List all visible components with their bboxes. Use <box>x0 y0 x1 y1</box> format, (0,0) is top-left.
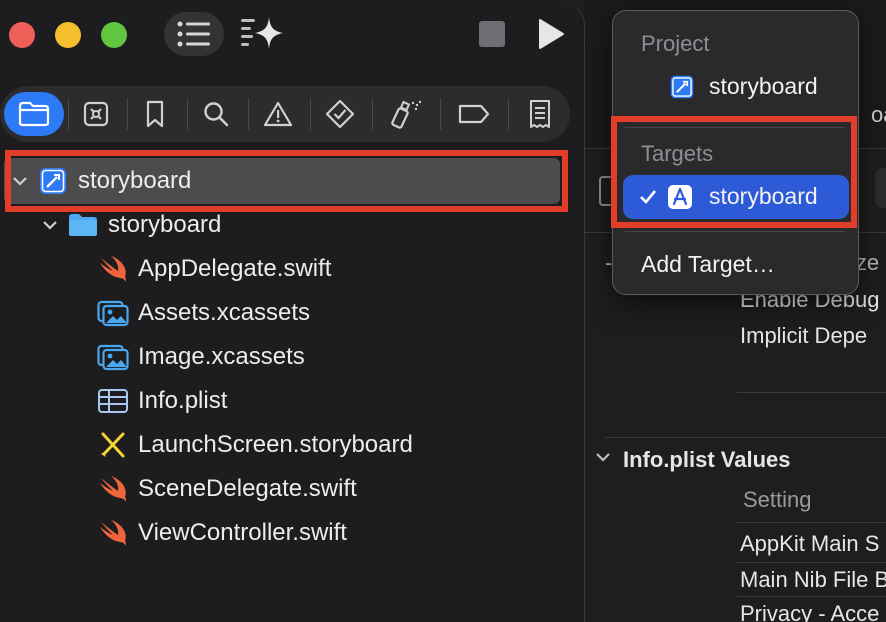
file-name: Info.plist <box>138 387 228 414</box>
storyboard-icon <box>96 428 130 462</box>
tree-row-file[interactable]: Assets.xcassets <box>96 291 310 335</box>
divider <box>605 437 886 438</box>
asset-catalog-icon <box>96 340 130 374</box>
tree-row-file[interactable]: ViewController.swift <box>96 511 347 555</box>
highlight-box-project-row <box>5 150 568 212</box>
plist-row[interactable]: AppKit Main S <box>740 531 879 557</box>
tab-debug[interactable] <box>378 92 434 136</box>
navigator-sidebar: storyboard storyboard AppDelegate.swift … <box>0 0 585 622</box>
tab-source-control[interactable] <box>68 92 124 136</box>
sidebar-toggle-button[interactable] <box>164 12 224 56</box>
divider <box>310 98 311 130</box>
divider <box>737 392 886 393</box>
test-diamond-icon <box>325 99 355 129</box>
chevron-down-icon[interactable] <box>595 450 611 468</box>
plist-table-icon <box>96 384 130 418</box>
sidebar-list-icon <box>177 21 210 47</box>
popup-item-project[interactable]: storyboard <box>669 73 818 100</box>
divider <box>737 596 886 597</box>
minimize-window-button[interactable] <box>55 22 81 48</box>
divider <box>248 98 249 130</box>
divider <box>440 98 441 130</box>
tree-row-file[interactable]: Image.xcassets <box>96 335 305 379</box>
file-name: Image.xcassets <box>138 343 305 370</box>
asset-catalog-icon <box>96 296 130 330</box>
tab-find[interactable] <box>188 92 244 136</box>
tree-row-file[interactable]: LaunchScreen.storyboard <box>96 423 413 467</box>
folder-icon <box>66 208 100 242</box>
warning-icon <box>263 101 293 127</box>
tab-tests[interactable] <box>312 92 368 136</box>
highlight-box-targets <box>611 116 857 228</box>
folder-icon <box>18 101 50 127</box>
truncated-label: oa <box>871 102 886 127</box>
divider <box>508 98 509 130</box>
navigator-tab-bar <box>0 86 570 142</box>
bookmark-icon <box>146 100 164 128</box>
plist-row[interactable]: Main Nib File B <box>740 567 886 593</box>
tree-row-file[interactable]: Info.plist <box>96 379 227 423</box>
segment-control[interactable] <box>875 168 886 208</box>
tag-icon <box>458 104 490 124</box>
group-name: storyboard <box>108 211 222 238</box>
swift-icon <box>96 472 130 506</box>
file-name: ViewController.swift <box>138 519 347 546</box>
tree-row-file[interactable]: SceneDelegate.swift <box>96 467 357 511</box>
popup-item-label: storyboard <box>709 73 818 99</box>
tab-reports[interactable] <box>512 92 568 136</box>
divider <box>737 522 886 523</box>
file-name: AppDelegate.swift <box>138 255 332 282</box>
tab-issues[interactable] <box>250 92 306 136</box>
play-icon[interactable] <box>534 16 568 52</box>
sparkle-icon[interactable] <box>238 14 288 54</box>
file-name: LaunchScreen.storyboard <box>138 431 413 458</box>
source-control-icon <box>83 101 109 127</box>
section-title[interactable]: Info.plist Values <box>623 447 790 473</box>
column-header-setting: Setting <box>743 487 812 512</box>
stop-icon[interactable] <box>478 20 506 48</box>
divider <box>625 231 845 232</box>
popup-header-project: Project <box>641 31 710 56</box>
chevron-down-icon[interactable] <box>40 220 60 230</box>
tree-row-file[interactable]: AppDelegate.swift <box>96 247 331 291</box>
divider <box>737 562 886 563</box>
tab-project-navigator[interactable] <box>4 92 64 136</box>
debug-spray-icon <box>391 100 422 129</box>
plist-row[interactable]: Privacy - Acce <box>740 601 879 622</box>
tab-bookmarks[interactable] <box>127 92 183 136</box>
xcode-project-icon <box>669 74 695 100</box>
file-name: SceneDelegate.swift <box>138 475 357 502</box>
search-icon <box>204 102 229 127</box>
divider <box>372 98 373 130</box>
report-icon <box>530 100 550 128</box>
swift-icon <box>96 252 130 286</box>
swift-icon <box>96 516 130 550</box>
add-target-button[interactable]: Add Target… <box>641 251 775 278</box>
file-name: Assets.xcassets <box>138 299 311 326</box>
tab-breakpoints[interactable] <box>446 92 502 136</box>
setting-implicit-dependencies[interactable]: Implicit Depe <box>740 323 867 349</box>
zoom-window-button[interactable] <box>101 22 127 48</box>
close-window-button[interactable] <box>9 22 35 48</box>
